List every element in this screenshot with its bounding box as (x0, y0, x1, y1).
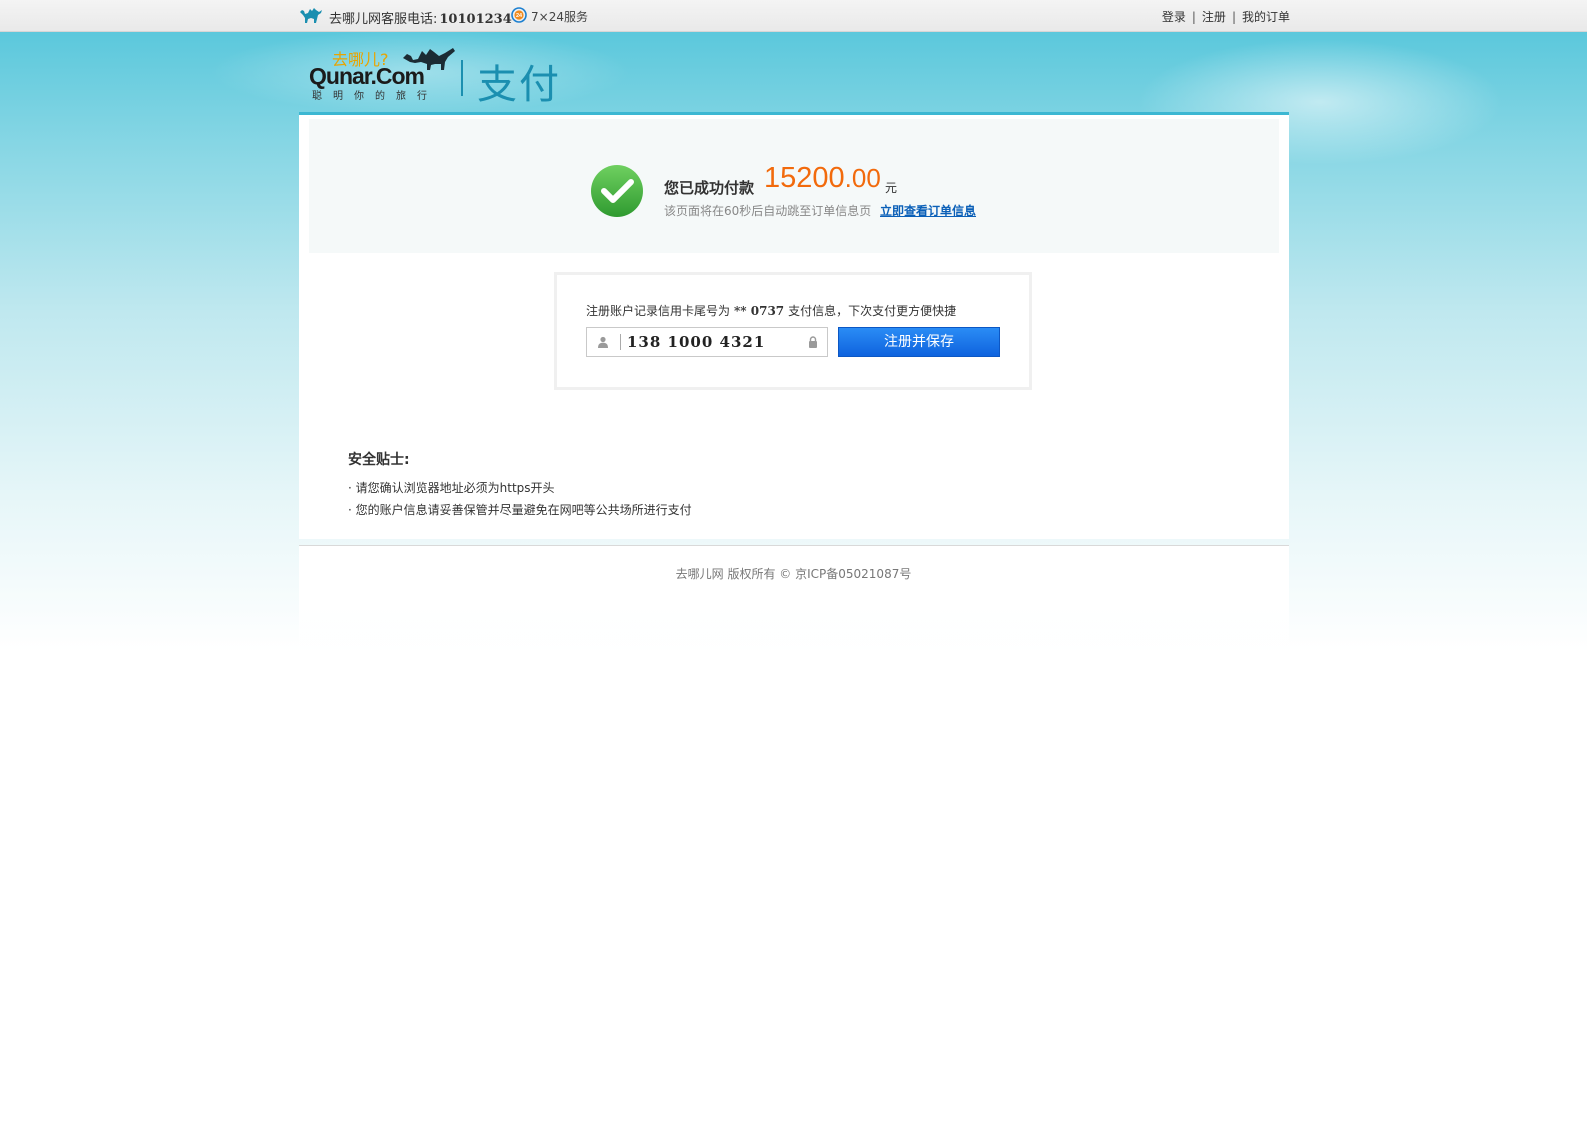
paid-label: 您已成功付款 (664, 179, 755, 197)
register-link[interactable]: 注册 (1202, 10, 1226, 24)
success-panel: 您已成功付款 15200.00 元 该页面将在60秒后自动跳至订单信息页 立即查… (309, 119, 1279, 253)
logo-en-name: Qunar.Com (309, 63, 425, 89)
security-tip: · 您的账户信息请妥善保管并尽量避免在网吧等公共场所进行支付 (348, 503, 692, 517)
register-panel: 注册账户记录信用卡尾号为** 0737支付信息，下次支付更方便快捷 注册并保存 (554, 272, 1032, 390)
amount-decimal: .00 (844, 163, 881, 193)
register-save-button[interactable]: 注册并保存 (838, 327, 1000, 357)
card-tail-number: ** 0737 (734, 304, 785, 318)
logo-slogan: 聪明你的旅行 (312, 91, 438, 102)
phone-input[interactable] (627, 330, 797, 354)
footer-copyright: 去哪儿网 版权所有 © 京ICP备05021087号 (675, 567, 912, 581)
amount-integer: 15200 (764, 162, 845, 194)
register-prompt-start: 注册账户记录信用卡尾号为 (586, 304, 731, 318)
input-divider (620, 334, 621, 350)
qunar-logo[interactable]: 去哪儿? Qunar.Com 聪明你的旅行 支付 (309, 44, 569, 108)
success-check-icon (591, 165, 643, 217)
hotline: 去哪儿网客服电话: 10101234 (329, 8, 512, 27)
top-links: 登录 | 注册 | 我的订单 (1162, 8, 1290, 25)
currency-unit: 元 (885, 181, 898, 195)
divider: | (1191, 10, 1196, 24)
logo-divider (461, 60, 463, 96)
my-orders-link[interactable]: 我的订单 (1242, 10, 1290, 24)
camel-logo-icon (300, 8, 322, 23)
footer-panel (299, 546, 1289, 646)
service-label: 7×24服务 (531, 10, 588, 24)
user-icon (598, 336, 608, 348)
svg-text:24: 24 (516, 13, 523, 19)
hotline-label: 去哪儿网客服电话: (329, 12, 438, 27)
phone-field[interactable] (586, 327, 828, 357)
section-title: 支付 (477, 62, 561, 108)
redirect-notice: 该页面将在60秒后自动跳至订单信息页 (664, 204, 872, 218)
divider: | (1231, 10, 1236, 24)
top-bar: 去哪儿网客服电话: 10101234 24 7×24服务 登录 | 注册 | 我的订单 (0, 0, 1587, 32)
security-tip: · 请您确认浏览器地址必须为https开头 (348, 481, 555, 495)
register-prompt-end: 支付信息，下次支付更方便快捷 (788, 304, 957, 318)
main-card: 您已成功付款 15200.00 元 该页面将在60秒后自动跳至订单信息页 立即查… (299, 112, 1289, 539)
lock-icon (809, 336, 817, 348)
register-prompt: 注册账户记录信用卡尾号为 ** 0737 支付信息，下次支付更方便快捷 (586, 302, 956, 319)
paid-amount: 15200.00 (764, 162, 881, 195)
view-order-link[interactable]: 立即查看订单信息 (880, 202, 976, 219)
hotline-number: 10101234 (439, 12, 512, 27)
login-link[interactable]: 登录 (1162, 10, 1186, 24)
service-24h-icon: 24 (511, 7, 527, 23)
security-tips-title: 安全贴士: (348, 452, 410, 468)
